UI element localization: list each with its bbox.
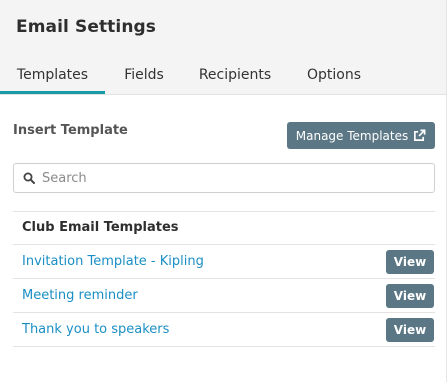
table-row: Meeting reminder View: [13, 279, 435, 313]
template-link[interactable]: Thank you to speakers: [22, 313, 169, 346]
templates-table: Club Email Templates Invitation Template…: [13, 211, 435, 347]
tab-templates[interactable]: Templates: [0, 56, 105, 94]
settings-header: Email Settings Templates Fields Recipien…: [0, 0, 446, 95]
search-icon: [23, 172, 35, 184]
table-header: Club Email Templates: [13, 211, 435, 245]
tab-bar: Templates Fields Recipients Options: [0, 56, 446, 95]
tab-options[interactable]: Options: [294, 56, 374, 94]
template-link[interactable]: Invitation Template - Kipling: [22, 245, 204, 278]
table-row: Thank you to speakers View: [13, 313, 435, 347]
external-link-icon: [414, 129, 426, 141]
tab-recipients[interactable]: Recipients: [191, 56, 279, 94]
page-title: Email Settings: [16, 17, 157, 37]
tab-fields[interactable]: Fields: [112, 56, 176, 94]
insert-template-label: Insert Template: [13, 123, 128, 138]
table-row: Invitation Template - Kipling View: [13, 245, 435, 279]
manage-templates-button[interactable]: Manage Templates: [287, 122, 435, 149]
search-input[interactable]: [42, 164, 427, 192]
template-link[interactable]: Meeting reminder: [22, 279, 138, 312]
search-field[interactable]: [13, 163, 435, 193]
view-button[interactable]: View: [386, 318, 434, 342]
view-button[interactable]: View: [386, 250, 434, 274]
manage-templates-label: Manage Templates: [295, 128, 409, 143]
view-button[interactable]: View: [386, 284, 434, 308]
